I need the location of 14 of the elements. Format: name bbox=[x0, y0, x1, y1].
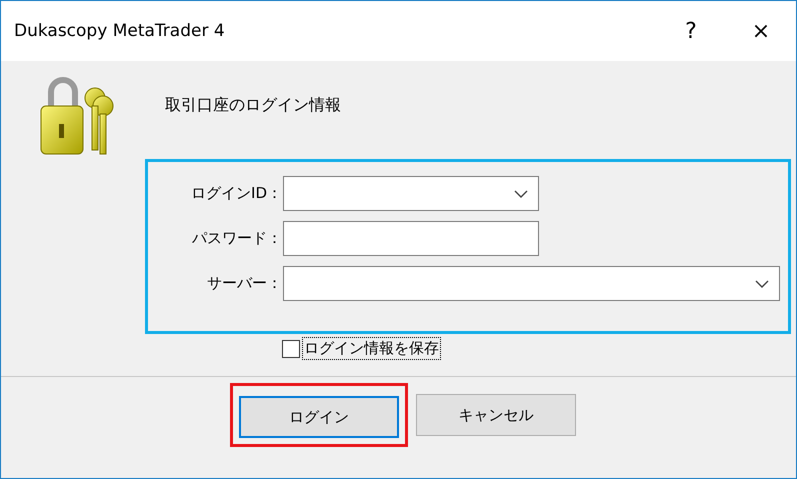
dropdown-field[interactable] bbox=[283, 266, 780, 301]
field-label: パスワード： bbox=[191, 229, 282, 248]
dropdown-field[interactable] bbox=[283, 176, 539, 211]
checkbox-label[interactable]: ログイン情報を保存 bbox=[303, 338, 440, 359]
dialog-heading: 取引口座のログイン情報 bbox=[165, 94, 341, 116]
input-field[interactable] bbox=[283, 221, 539, 256]
field-label: サーバー： bbox=[206, 274, 282, 293]
field-label: ログインID： bbox=[190, 184, 282, 203]
help-button[interactable]: ? bbox=[656, 1, 726, 61]
window-title: Dukascopy MetaTrader 4 bbox=[14, 21, 226, 41]
cancel-button[interactable]: キャンセル bbox=[416, 394, 576, 436]
login-button[interactable]: ログイン bbox=[239, 396, 399, 438]
checkbox[interactable] bbox=[282, 340, 300, 358]
close-button[interactable]: × bbox=[726, 1, 796, 61]
